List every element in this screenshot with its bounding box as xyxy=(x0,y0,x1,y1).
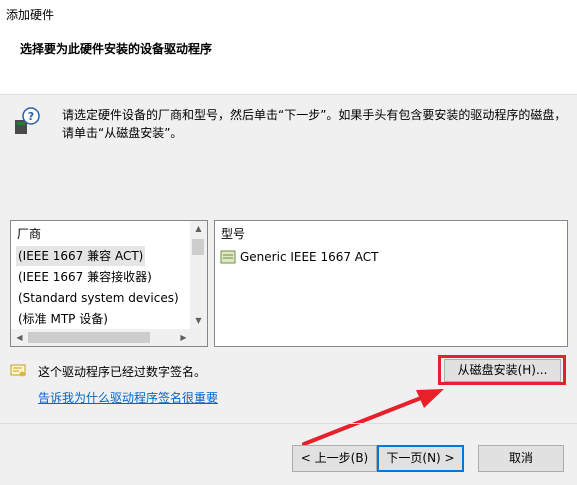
back-button[interactable]: < 上一步(B) xyxy=(292,445,377,472)
vertical-scrollbar[interactable]: ▲ ▼ xyxy=(190,221,207,329)
list-item[interactable]: (标准 MTP 设备) xyxy=(16,309,110,329)
svg-text:?: ? xyxy=(28,110,34,123)
model-item-label: Generic IEEE 1667 ACT xyxy=(240,250,379,264)
next-button[interactable]: 下一页(N) > xyxy=(377,445,464,472)
title-bar: 添加硬件 xyxy=(0,0,577,28)
list-item[interactable]: (Standard system devices) xyxy=(16,288,181,308)
list-item[interactable]: (IEEE 1667 兼容接收器) xyxy=(16,267,154,287)
signature-status: 这个驱动程序已经过数字签名。 xyxy=(38,365,207,379)
cancel-button[interactable]: 取消 xyxy=(478,445,564,472)
list-item[interactable]: (IEEE 1667 兼容 ACT) xyxy=(16,246,146,266)
model-listbox[interactable]: 型号 Generic IEEE 1667 ACT xyxy=(214,220,568,347)
model-header: 型号 xyxy=(221,227,246,241)
manufacturer-header: 厂商 xyxy=(17,227,42,241)
scroll-thumb[interactable] xyxy=(192,239,204,255)
window-title: 添加硬件 xyxy=(6,8,55,22)
scrollbar-corner xyxy=(190,329,207,346)
highlight-box xyxy=(438,355,566,385)
signature-info-link[interactable]: 告诉我为什么驱动程序签名很重要 xyxy=(38,389,218,406)
wizard-header: 选择要为此硬件安装的设备驱动程序 xyxy=(0,28,577,95)
manufacturer-listbox[interactable]: 厂商 (IEEE 1667 兼容 ACT) (IEEE 1667 兼容接收器) … xyxy=(10,220,208,347)
horizontal-scrollbar[interactable]: ◀ ▶ xyxy=(11,329,192,346)
instruction-text: 请选定硬件设备的厂商和型号，然后单击“下一步”。如果手头有包含要安装的驱动程序的… xyxy=(62,108,567,140)
device-icon xyxy=(220,250,236,264)
page-heading: 选择要为此硬件安装的设备驱动程序 xyxy=(20,42,213,56)
scroll-up-icon[interactable]: ▲ xyxy=(190,221,207,237)
scroll-thumb[interactable] xyxy=(28,332,150,343)
scroll-down-icon[interactable]: ▼ xyxy=(190,313,207,329)
hardware-help-icon: ? xyxy=(15,107,40,134)
list-item[interactable]: Generic IEEE 1667 ACT xyxy=(220,247,379,267)
scroll-left-icon[interactable]: ◀ xyxy=(11,329,28,346)
footer-divider xyxy=(0,423,577,424)
certificate-icon xyxy=(10,364,26,377)
